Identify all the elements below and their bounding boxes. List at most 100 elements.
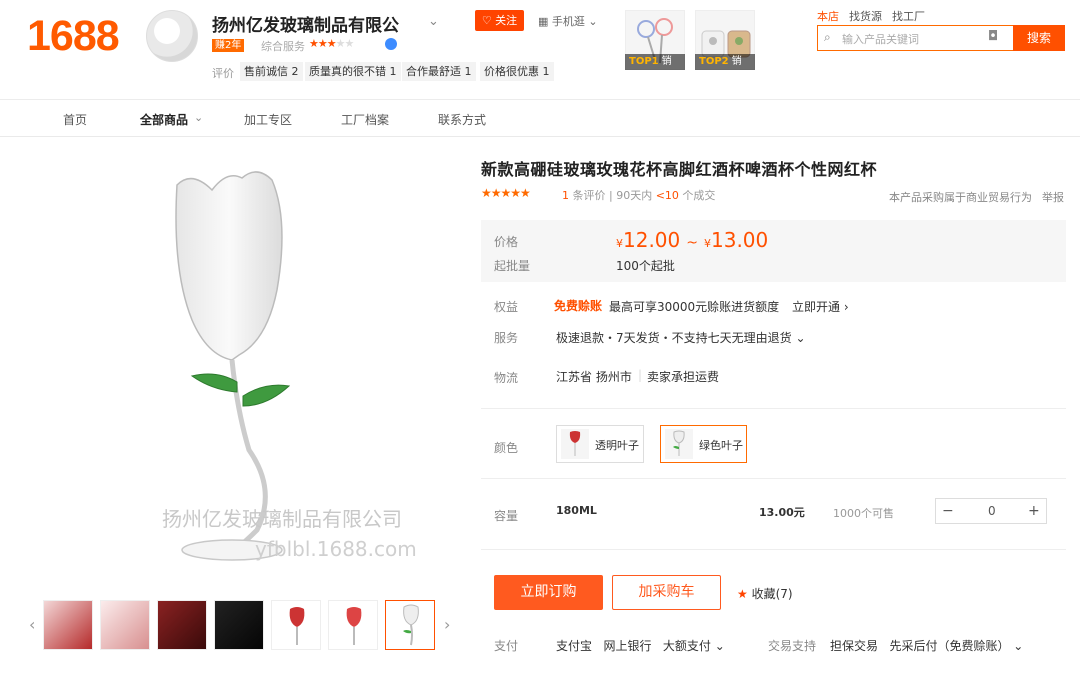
- shop-nav: 首页 全部商品 ⌄ 加工专区 工厂档案 联系方式: [0, 100, 1080, 137]
- service-label: 服务: [494, 331, 519, 345]
- divider: [481, 408, 1066, 409]
- nav-all-products[interactable]: 全部商品: [140, 111, 188, 128]
- sales-prefix: 90天内: [616, 189, 653, 202]
- business-note: 本产品采购属于商业贸易行为: [889, 191, 1032, 204]
- shop-name[interactable]: 扬州亿发玻璃制品有限公: [212, 11, 399, 36]
- color-option-label: 绿色叶子: [699, 439, 743, 452]
- currency-symbol: ¥: [616, 237, 623, 250]
- eval-tag[interactable]: 质量真的很不错 1: [305, 62, 401, 81]
- price-low: 12.00: [623, 228, 681, 252]
- capacity-price: 13.00元: [759, 506, 805, 519]
- main-product-image[interactable]: 扬州亿发玻璃制品有限公司 yfblbl.1688.com: [27, 150, 457, 580]
- quantity-input[interactable]: 0: [988, 504, 996, 518]
- divider: [481, 549, 1066, 550]
- favorite-button[interactable]: ★ 收藏(7): [737, 585, 793, 602]
- nav-processing[interactable]: 加工专区: [244, 111, 292, 128]
- service-label: 综合服务: [261, 40, 305, 53]
- mobile-label: 手机逛: [551, 15, 585, 28]
- search-tab-shop[interactable]: 本店: [817, 8, 839, 24]
- credit-text: 最高可享30000元赊账进货额度: [609, 300, 780, 314]
- follow-button[interactable]: ♡ 关注: [475, 10, 524, 31]
- moq-label: 起批量: [494, 259, 531, 273]
- search-tab-factory[interactable]: 找工厂: [892, 8, 925, 24]
- search-input[interactable]: 输入产品关键词: [842, 31, 919, 47]
- eval-tag[interactable]: 价格很优惠 1: [480, 62, 554, 81]
- thumbnail[interactable]: [328, 600, 378, 650]
- rating-count[interactable]: 1: [562, 189, 569, 202]
- eval-label: 评价: [212, 67, 234, 80]
- color-option-green[interactable]: 绿色叶子: [660, 425, 747, 463]
- nav-home[interactable]: 首页: [63, 111, 87, 128]
- site-logo[interactable]: 1688: [27, 12, 120, 61]
- thumbnail[interactable]: [100, 600, 150, 650]
- rating-stars: ★★★★★: [481, 186, 531, 200]
- rights-label: 权益: [494, 300, 519, 314]
- top2-rank: TOP2: [699, 56, 729, 67]
- add-cart-button[interactable]: 加采购车: [612, 575, 721, 610]
- search-icon: ⌕: [824, 30, 831, 44]
- thumbnail[interactable]: [157, 600, 207, 650]
- search-box[interactable]: ⌕ 输入产品关键词 ◘ 搜索: [817, 25, 1065, 51]
- sales-value: <10: [655, 189, 679, 202]
- price-high: 13.00: [711, 228, 769, 252]
- verified-icon: [385, 38, 397, 50]
- report-link[interactable]: 举报: [1042, 189, 1064, 205]
- header: 1688 扬州亿发玻璃制品有限公 ⌄ 赚2年 综合服务 ★★★★★ ♡ 关注 ▦…: [0, 0, 1080, 100]
- nav-factory[interactable]: 工厂档案: [341, 111, 389, 128]
- star-icon: ★: [737, 587, 748, 601]
- watermark-line1: 扬州亿发玻璃制品有限公司: [162, 507, 402, 531]
- thumbnail-selected[interactable]: [385, 600, 435, 650]
- price-range: ¥12.00 ~ ¥13.00: [616, 228, 769, 252]
- divider: |: [638, 368, 643, 382]
- thumb-next-icon[interactable]: ›: [444, 615, 450, 634]
- shop-avatar[interactable]: [146, 10, 198, 62]
- currency-symbol: ¥: [704, 237, 711, 250]
- thumbnail[interactable]: [271, 600, 321, 650]
- eval-tag[interactable]: 合作最舒适 1: [402, 62, 476, 81]
- top2-label: TOP2 销量: [695, 54, 755, 83]
- color-thumb: [665, 429, 693, 459]
- top1-label: TOP1 销量: [625, 54, 685, 83]
- nav-contact[interactable]: 联系方式: [438, 111, 486, 128]
- pay-methods[interactable]: 支付宝 网上银行 大额支付 ⌄: [556, 637, 725, 654]
- plus-button[interactable]: +: [1028, 503, 1040, 519]
- price-box: 价格 起批量 ¥12.00 ~ ¥13.00 100个起批: [481, 220, 1066, 282]
- color-thumb: [561, 429, 589, 459]
- mobile-link[interactable]: ▦ 手机逛 ⌄: [538, 13, 598, 29]
- chevron-down-icon[interactable]: ⌄: [428, 14, 439, 29]
- rating-text[interactable]: 条评价: [573, 189, 606, 202]
- color-option-clear[interactable]: 透明叶子: [556, 425, 644, 463]
- free-credit-label: 免费赊账: [554, 299, 603, 313]
- activate-link[interactable]: 立即开通 ›: [792, 298, 849, 315]
- product-title: 新款高硼硅玻璃玫瑰花杯高脚红酒杯啤酒杯个性网红杯: [481, 160, 878, 179]
- capacity-label: 容量: [494, 509, 519, 523]
- search-button[interactable]: 搜索: [1013, 25, 1065, 51]
- quantity-stepper: − 0 +: [935, 498, 1047, 524]
- stock-text: 1000个可售: [833, 507, 894, 520]
- thumb-prev-icon[interactable]: ‹: [29, 615, 35, 634]
- trade-label: 交易支持: [768, 639, 817, 653]
- search-tab-source[interactable]: 找货源: [849, 8, 882, 24]
- follow-label: 关注: [495, 14, 518, 27]
- moq-value: 100个起批: [616, 259, 675, 273]
- trade-methods[interactable]: 担保交易 先采后付（免费赊账） ⌄: [830, 637, 1023, 654]
- camera-icon[interactable]: ◘: [988, 29, 998, 44]
- eval-tag[interactable]: 售前诚信 2: [240, 62, 303, 81]
- divider: [481, 478, 1066, 479]
- service-stars: ★★★★★: [309, 37, 354, 50]
- buy-now-button[interactable]: 立即订购: [494, 575, 603, 610]
- logistics-fee: 卖家承担运费: [647, 370, 720, 384]
- thumbnail[interactable]: [214, 600, 264, 650]
- chevron-down-icon[interactable]: ⌄: [194, 111, 203, 124]
- sales-suffix: 个成交: [682, 189, 716, 202]
- service-text[interactable]: 极速退款・7天发货・不支持七天无理由退货 ⌄: [556, 329, 806, 346]
- pay-label: 支付: [494, 639, 519, 653]
- thumbnail[interactable]: [43, 600, 93, 650]
- price-label: 价格: [494, 235, 519, 249]
- capacity-value: 180ML: [556, 504, 597, 517]
- color-option-label: 透明叶子: [595, 439, 639, 452]
- favorite-label: 收藏(7): [751, 587, 793, 601]
- rating-info: 1 条评价 | 90天内 <10 个成交: [562, 189, 716, 202]
- years-badge: 赚2年: [212, 39, 245, 52]
- minus-button[interactable]: −: [942, 503, 954, 519]
